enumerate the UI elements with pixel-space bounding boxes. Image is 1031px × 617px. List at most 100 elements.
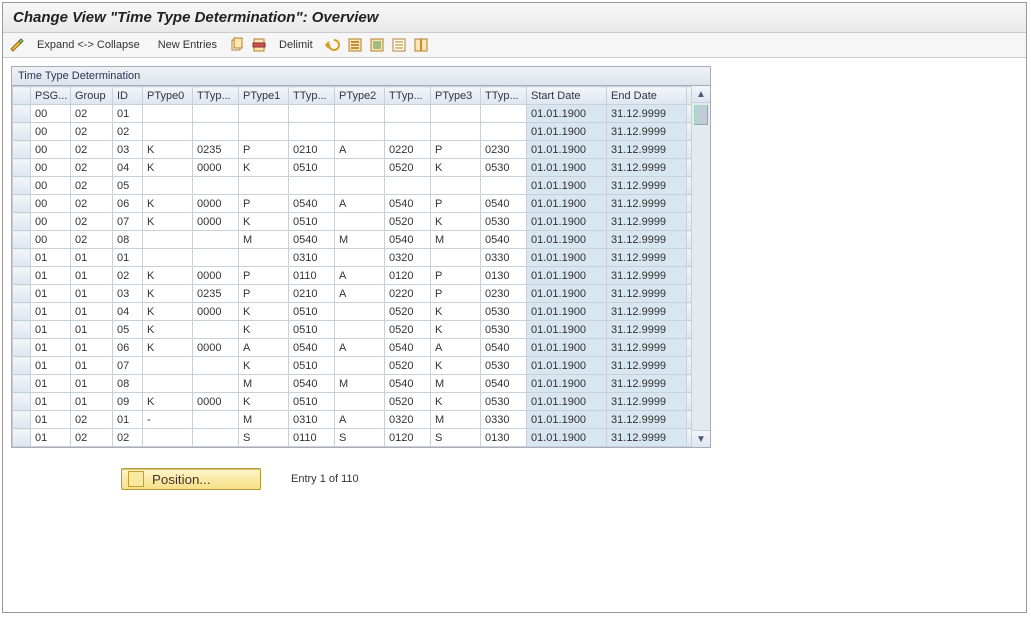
cell-id[interactable]: 02 [113,267,143,285]
cell-ttype3[interactable] [481,123,527,141]
cell-ptype0[interactable]: K [143,267,193,285]
cell-psg[interactable]: 01 [31,429,71,447]
cell-start-date[interactable]: 01.01.1900 [527,141,607,159]
cell-ptype0[interactable]: K [143,213,193,231]
col-ttype0[interactable]: TTyp... [193,87,239,105]
cell-id[interactable]: 08 [113,231,143,249]
cell-ttype1[interactable] [289,123,335,141]
cell-psg[interactable]: 01 [31,267,71,285]
cell-ttype3[interactable]: 0540 [481,195,527,213]
cell-ptype0[interactable]: - [143,411,193,429]
cell-ptype3[interactable]: M [431,231,481,249]
cell-ptype1[interactable]: K [239,321,289,339]
cell-ttype2[interactable]: 0540 [385,195,431,213]
cell-ttype3[interactable]: 0530 [481,303,527,321]
table-row[interactable]: 000204K0000K05100520K053001.01.190031.12… [13,159,692,177]
cell-ptype0[interactable]: K [143,339,193,357]
cell-psg[interactable]: 01 [31,249,71,267]
cell-ptype3[interactable] [431,177,481,195]
cell-ttype1[interactable]: 0540 [289,375,335,393]
cell-ptype3[interactable]: P [431,141,481,159]
cell-ptype2[interactable]: A [335,285,385,303]
cell-start-date[interactable]: 01.01.1900 [527,321,607,339]
cell-ptype0[interactable] [143,429,193,447]
cell-ttype3[interactable]: 0230 [481,285,527,303]
col-ptype2[interactable]: PType2 [335,87,385,105]
cell-ptype3[interactable]: P [431,267,481,285]
cell-group[interactable]: 01 [71,393,113,411]
cell-ttype0[interactable]: 0235 [193,285,239,303]
cell-start-date[interactable]: 01.01.1900 [527,123,607,141]
cell-ptype1[interactable]: M [239,411,289,429]
cell-psg[interactable]: 00 [31,231,71,249]
cell-id[interactable]: 07 [113,357,143,375]
cell-group[interactable]: 01 [71,357,113,375]
cell-group[interactable]: 01 [71,249,113,267]
cell-ptype1[interactable]: P [239,141,289,159]
row-selector[interactable] [13,339,31,357]
cell-ttype2[interactable]: 0320 [385,411,431,429]
cell-ttype2[interactable]: 0220 [385,285,431,303]
row-selector[interactable] [13,177,31,195]
cell-ttype0[interactable]: 0000 [193,213,239,231]
table-row[interactable]: 010105KK05100520K053001.01.190031.12.999… [13,321,692,339]
cell-ttype2[interactable]: 0320 [385,249,431,267]
delimit-button[interactable]: Delimit [273,37,319,53]
table-row[interactable]: 010107K05100520K053001.01.190031.12.9999 [13,357,692,375]
cell-ptype2[interactable] [335,393,385,411]
cell-ttype0[interactable]: 0000 [193,267,239,285]
cell-ttype0[interactable] [193,321,239,339]
scroll-down-arrow-icon[interactable]: ▼ [692,430,710,447]
row-selector-header[interactable] [13,87,31,105]
cell-ptype3[interactable]: K [431,213,481,231]
cell-id[interactable]: 03 [113,141,143,159]
cell-ptype0[interactable]: K [143,393,193,411]
cell-start-date[interactable]: 01.01.1900 [527,267,607,285]
cell-id[interactable]: 02 [113,123,143,141]
cell-ttype0[interactable] [193,375,239,393]
cell-start-date[interactable]: 01.01.1900 [527,357,607,375]
cell-ptype3[interactable]: M [431,411,481,429]
col-ptype0[interactable]: PType0 [143,87,193,105]
cell-ttype1[interactable] [289,177,335,195]
cell-group[interactable]: 02 [71,159,113,177]
cell-ptype1[interactable]: M [239,375,289,393]
cell-id[interactable]: 01 [113,105,143,123]
row-selector[interactable] [13,159,31,177]
cell-end-date[interactable]: 31.12.9999 [607,411,687,429]
cell-id[interactable]: 01 [113,249,143,267]
cell-ttype2[interactable] [385,177,431,195]
cell-psg[interactable]: 01 [31,393,71,411]
cell-ptype3[interactable]: P [431,195,481,213]
cell-ptype2[interactable] [335,321,385,339]
cell-ttype0[interactable]: 0000 [193,393,239,411]
cell-ptype1[interactable]: K [239,357,289,375]
col-ttype2[interactable]: TTyp... [385,87,431,105]
row-selector[interactable] [13,321,31,339]
cell-psg[interactable]: 01 [31,303,71,321]
cell-ptype1[interactable] [239,123,289,141]
cell-group[interactable]: 01 [71,267,113,285]
cell-ptype1[interactable] [239,249,289,267]
cell-psg[interactable]: 00 [31,159,71,177]
cell-end-date[interactable]: 31.12.9999 [607,339,687,357]
cell-ptype3[interactable]: K [431,159,481,177]
table-row[interactable]: 01010103100320033001.01.190031.12.9999 [13,249,692,267]
cell-end-date[interactable]: 31.12.9999 [607,105,687,123]
cell-id[interactable]: 07 [113,213,143,231]
cell-ptype0[interactable] [143,105,193,123]
cell-ttype1[interactable]: 0540 [289,195,335,213]
col-psg[interactable]: PSG... [31,87,71,105]
row-selector[interactable] [13,429,31,447]
cell-id[interactable]: 06 [113,339,143,357]
cell-start-date[interactable]: 01.01.1900 [527,195,607,213]
configure-columns-icon[interactable] [413,37,429,53]
cell-ttype3[interactable]: 0530 [481,393,527,411]
cell-ptype0[interactable]: K [143,195,193,213]
cell-id[interactable]: 04 [113,303,143,321]
cell-start-date[interactable]: 01.01.1900 [527,105,607,123]
cell-ttype0[interactable]: 0000 [193,339,239,357]
cell-psg[interactable]: 00 [31,195,71,213]
cell-ttype1[interactable]: 0110 [289,429,335,447]
cell-ptype2[interactable]: A [335,411,385,429]
